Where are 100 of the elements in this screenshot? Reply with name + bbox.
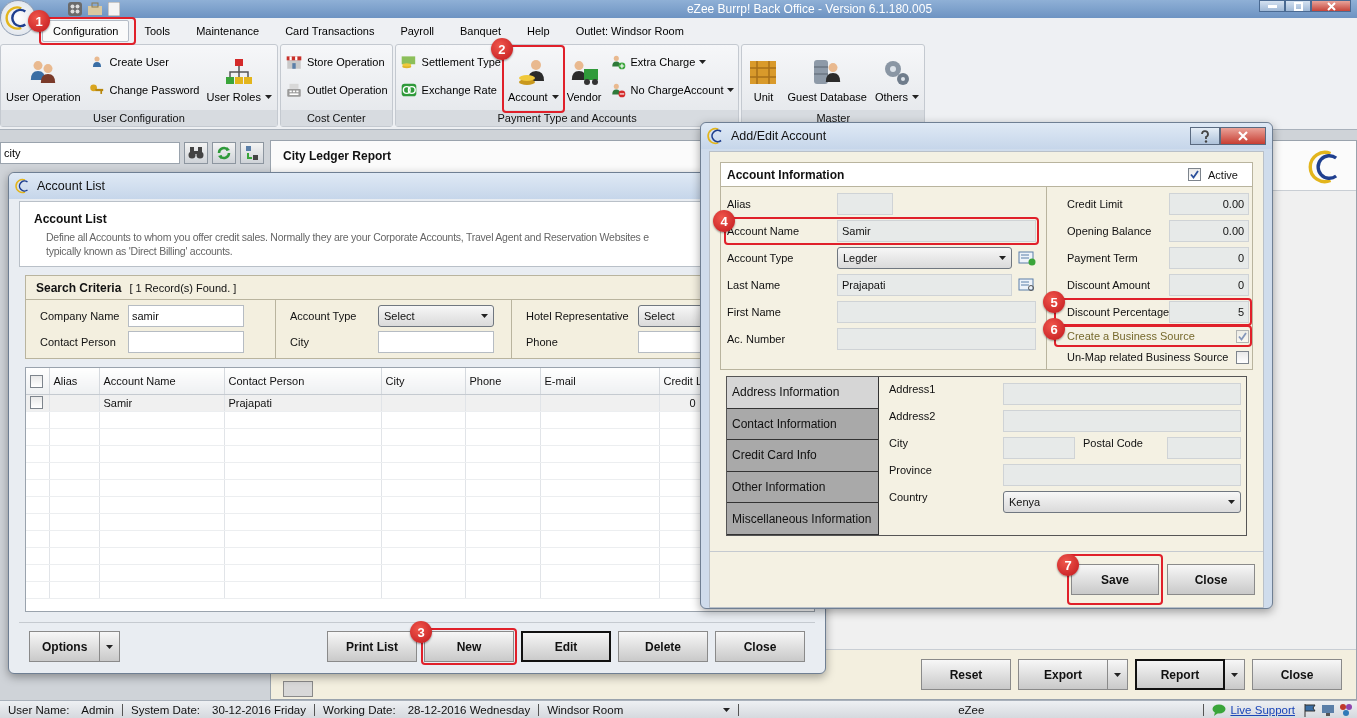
status-value: 28-12-2016 Wednesday (407, 703, 531, 716)
field-label: Payment Term (1067, 252, 1138, 264)
action-button[interactable]: Close (1252, 659, 1342, 690)
number-field[interactable]: 0.00 (1169, 193, 1250, 215)
ribbon-button[interactable]: Unit (744, 48, 783, 110)
small-button[interactable] (283, 681, 313, 697)
live-support-link[interactable]: Live Support (1230, 703, 1295, 716)
action-button[interactable]: Options (29, 631, 101, 662)
text-field[interactable]: samir (128, 305, 244, 327)
text-field[interactable] (1003, 410, 1241, 432)
text-field[interactable] (378, 331, 494, 353)
field-label: Account Type (290, 310, 358, 322)
checkbox-label: Active (1208, 168, 1238, 181)
menu-tab[interactable]: Card Transactions (274, 20, 386, 42)
add-list-icon[interactable] (1018, 250, 1036, 266)
minimize-button[interactable] (1259, 0, 1285, 12)
menu-tab[interactable]: Maintenance (185, 20, 271, 42)
close-icon (1326, 1, 1336, 11)
ribbon-button[interactable]: Outlet Operation (282, 79, 390, 101)
close-button[interactable] (1220, 127, 1266, 145)
toolbox-icon[interactable] (88, 2, 102, 16)
text-field[interactable] (1167, 437, 1241, 459)
list-search-icon[interactable] (1018, 277, 1036, 293)
help-button[interactable] (1190, 127, 1220, 145)
ribbon-button[interactable]: Guest Database (784, 48, 870, 110)
action-button[interactable]: Save (1071, 564, 1159, 595)
side-tab[interactable]: Contact Information (727, 408, 879, 441)
select-all-checkbox[interactable] (30, 374, 43, 388)
action-button[interactable]: Close (715, 631, 805, 662)
dropdown-field[interactable]: Select (378, 305, 494, 327)
outlet-name: Windsor Room (547, 703, 624, 716)
action-button[interactable]: Report (1135, 659, 1225, 690)
ribbon-button[interactable]: Extra Charge (606, 51, 737, 73)
ribbon-button[interactable]: Vendor (563, 48, 605, 110)
dropdown-field[interactable]: Legder (837, 247, 1012, 269)
restore-button[interactable] (1285, 0, 1311, 12)
ribbon-button[interactable]: User Roles (203, 48, 275, 110)
menu-tab[interactable]: Configuration (42, 20, 130, 42)
action-button[interactable]: Edit (521, 631, 611, 662)
ribbon-button[interactable]: User Operation (3, 48, 84, 110)
column-header[interactable]: Account Name (99, 368, 224, 394)
menu-tab[interactable]: Payroll (389, 20, 445, 42)
flag-icon[interactable] (1303, 702, 1317, 717)
close-button[interactable] (1311, 0, 1351, 12)
search-field[interactable]: city (0, 142, 180, 164)
text-field[interactable] (837, 328, 1036, 350)
checkbox[interactable] (1236, 350, 1250, 364)
menu-tab[interactable]: Outlet: Windsor Room (564, 20, 695, 42)
ribbon-button[interactable]: No ChargeAccount (606, 79, 737, 101)
number-field[interactable]: 0 (1169, 247, 1250, 269)
menu-tab[interactable]: Help (516, 20, 561, 42)
column-header[interactable]: Alias (49, 368, 99, 394)
column-header[interactable]: City (381, 368, 465, 394)
text-field[interactable] (837, 193, 893, 215)
dropdown-field[interactable]: Kenya (1003, 491, 1241, 513)
find-button[interactable] (184, 142, 208, 164)
field-label: Postal Code (1082, 437, 1144, 451)
column-header[interactable]: Phone (465, 368, 540, 394)
side-tab[interactable]: Credit Card Info (727, 440, 879, 472)
side-tab[interactable]: Other Information (727, 471, 879, 504)
number-field[interactable]: 0 (1169, 274, 1250, 296)
action-button[interactable]: New (424, 631, 514, 662)
text-field[interactable] (1003, 464, 1241, 486)
field-label: Discount Percentage (1067, 306, 1170, 318)
dropdown-button[interactable] (100, 631, 121, 662)
action-button[interactable]: Reset (921, 659, 1011, 690)
number-field[interactable]: 0.00 (1169, 220, 1250, 242)
field-label: Discount Amount (1067, 279, 1151, 291)
sort-button[interactable] (240, 142, 264, 164)
action-button[interactable]: Export (1018, 659, 1108, 690)
checkbox[interactable] (1188, 168, 1202, 181)
text-field[interactable] (128, 331, 244, 353)
ribbon-button[interactable]: Create User (85, 51, 202, 73)
dropdown-button[interactable] (1108, 659, 1128, 690)
ribbon-button[interactable]: Store Operation (282, 51, 390, 73)
text-field[interactable] (1003, 383, 1241, 405)
refresh-icon (216, 145, 232, 161)
monitor-icon[interactable] (1321, 702, 1335, 717)
ribbon-button[interactable]: Change Password (85, 79, 202, 101)
ribbon-button[interactable]: Exchange Rate (397, 79, 503, 101)
column-header[interactable]: E-mail (540, 368, 659, 394)
row-checkbox[interactable] (30, 396, 43, 410)
side-tab[interactable]: Miscellaneous Information (727, 503, 879, 535)
step-badge: 7 (1057, 554, 1079, 576)
status-value: Admin (81, 703, 114, 716)
action-button[interactable]: Close (1167, 564, 1255, 595)
text-field[interactable]: Prajapati (837, 274, 1012, 296)
ribbon-button[interactable]: Others (872, 48, 922, 110)
text-field[interactable]: Samir (837, 220, 1036, 242)
action-button[interactable]: Delete (618, 631, 708, 662)
number-field[interactable]: 5 (1169, 301, 1250, 323)
column-header[interactable]: Contact Person (224, 368, 381, 394)
action-button[interactable]: Print List (327, 631, 417, 662)
side-tab[interactable]: Address Information (727, 377, 879, 409)
menu-tab[interactable]: Tools (133, 20, 182, 42)
text-field[interactable] (1003, 437, 1075, 459)
grid-icon[interactable] (68, 2, 82, 16)
field-label: Address1 (889, 383, 937, 397)
dropdown-button[interactable] (1225, 659, 1245, 690)
text-field[interactable] (837, 301, 1036, 323)
